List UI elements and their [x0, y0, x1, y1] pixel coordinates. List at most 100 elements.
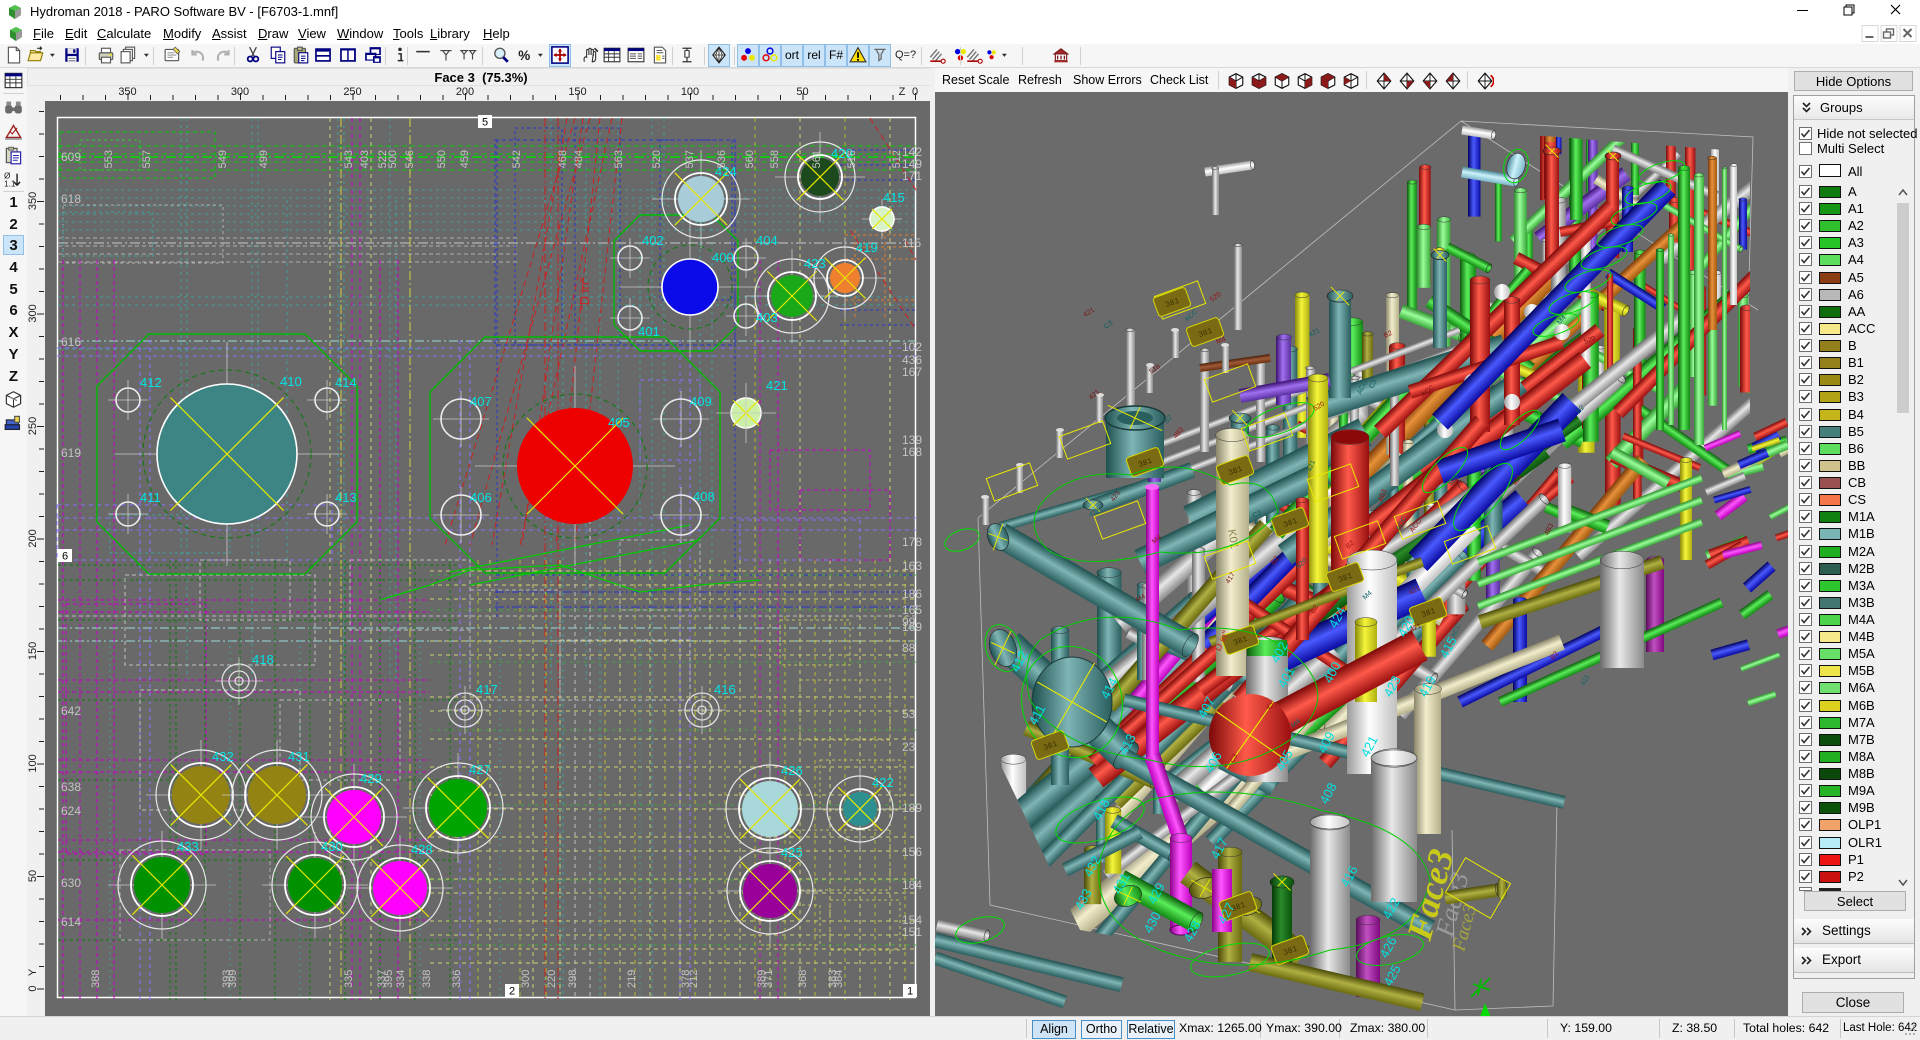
- svg-text:561: 561: [811, 150, 823, 168]
- svg-text:520: 520: [651, 150, 663, 168]
- svg-text:300: 300: [520, 970, 532, 988]
- svg-text:50: 50: [27, 870, 39, 882]
- svg-text:350: 350: [27, 192, 39, 210]
- svg-text:428: 428: [411, 842, 433, 857]
- svg-text:300: 300: [27, 304, 39, 322]
- svg-text:499: 499: [258, 150, 270, 168]
- svg-text:500: 500: [387, 150, 399, 168]
- svg-text:212: 212: [688, 970, 700, 988]
- svg-text:422: 422: [872, 775, 894, 790]
- svg-text:431: 431: [288, 749, 310, 764]
- svg-text:1.1: 1.1: [4, 179, 16, 189]
- svg-text:619: 619: [61, 446, 81, 460]
- svg-text:546: 546: [404, 150, 416, 168]
- svg-text:151: 151: [902, 925, 922, 939]
- svg-text:5: 5: [482, 117, 488, 129]
- svg-text:Y: Y: [27, 968, 39, 976]
- svg-text:423: 423: [804, 256, 826, 271]
- svg-text:419: 419: [856, 240, 878, 255]
- svg-text:0: 0: [912, 86, 918, 98]
- svg-text:484: 484: [573, 150, 585, 168]
- svg-text:"D in": "D in": [577, 277, 592, 310]
- svg-text:468: 468: [557, 150, 569, 168]
- svg-text:638: 638: [61, 780, 81, 794]
- svg-text:189: 189: [902, 801, 922, 815]
- svg-text:403: 403: [756, 310, 778, 325]
- svg-text:563: 563: [613, 150, 625, 168]
- svg-text:537: 537: [684, 150, 696, 168]
- svg-text:560: 560: [744, 150, 756, 168]
- svg-text:Z: Z: [899, 86, 906, 98]
- svg-text:536: 536: [716, 150, 728, 168]
- svg-text:178: 178: [902, 535, 922, 549]
- svg-text:430: 430: [321, 839, 343, 854]
- svg-text:171: 171: [902, 169, 922, 183]
- svg-text:614: 614: [61, 915, 81, 929]
- svg-text:618: 618: [61, 192, 81, 206]
- svg-text:427: 427: [469, 762, 491, 777]
- svg-text:516: 516: [846, 150, 858, 168]
- svg-text:415: 415: [883, 190, 905, 205]
- svg-text:398: 398: [567, 970, 579, 988]
- svg-text:542: 542: [511, 150, 523, 168]
- svg-text:410: 410: [280, 374, 302, 389]
- svg-text:250: 250: [343, 86, 361, 98]
- svg-text:115: 115: [902, 236, 921, 250]
- svg-text:336: 336: [451, 970, 463, 988]
- svg-text:53: 53: [902, 707, 916, 721]
- svg-text:100: 100: [27, 754, 39, 772]
- svg-text:558: 558: [769, 150, 781, 168]
- svg-text:408: 408: [693, 489, 715, 504]
- svg-text:616: 616: [61, 335, 81, 349]
- svg-text:401: 401: [638, 324, 660, 339]
- svg-text:421: 421: [766, 378, 788, 393]
- svg-text:50: 50: [796, 86, 808, 98]
- svg-text:388: 388: [90, 970, 102, 988]
- svg-text:549: 549: [217, 150, 229, 168]
- svg-text:550: 550: [436, 150, 448, 168]
- svg-text:0: 0: [27, 985, 39, 991]
- svg-text:200: 200: [456, 86, 474, 98]
- svg-text:250: 250: [27, 417, 39, 435]
- svg-text:404: 404: [756, 233, 778, 248]
- svg-text:%: %: [518, 48, 530, 63]
- svg-text:1: 1: [907, 986, 913, 998]
- svg-text:403: 403: [359, 150, 371, 168]
- svg-text:88: 88: [902, 641, 916, 655]
- svg-text:335: 335: [343, 970, 355, 988]
- svg-text:412: 412: [140, 375, 162, 390]
- svg-text:184: 184: [902, 878, 922, 892]
- svg-text:102: 102: [902, 340, 922, 354]
- svg-text:99: 99: [902, 615, 916, 629]
- svg-text:543: 543: [343, 150, 355, 168]
- svg-text:432: 432: [212, 749, 234, 764]
- svg-text:557: 557: [141, 150, 153, 168]
- svg-text:350: 350: [118, 86, 136, 98]
- svg-text:407: 407: [470, 394, 492, 409]
- svg-text:150: 150: [27, 642, 39, 660]
- svg-text:23: 23: [902, 740, 916, 754]
- svg-text:168: 168: [902, 445, 922, 459]
- svg-text:220: 220: [546, 970, 558, 988]
- svg-text:459: 459: [459, 150, 471, 168]
- svg-text:409: 409: [690, 394, 712, 409]
- svg-text:429: 429: [360, 771, 382, 786]
- svg-text:371: 371: [763, 970, 775, 988]
- svg-text:368: 368: [797, 970, 809, 988]
- svg-text:553: 553: [103, 150, 115, 168]
- svg-text:624: 624: [61, 804, 81, 818]
- svg-text:425: 425: [781, 845, 803, 860]
- svg-text:609: 609: [61, 150, 81, 164]
- svg-text:433: 433: [177, 839, 199, 854]
- svg-text:399: 399: [227, 970, 239, 988]
- svg-text:413: 413: [335, 490, 357, 505]
- svg-text:406: 406: [470, 490, 492, 505]
- svg-text:384: 384: [833, 970, 845, 988]
- svg-text:156: 156: [902, 845, 922, 859]
- svg-text:167: 167: [902, 365, 922, 379]
- svg-text:395: 395: [383, 970, 395, 988]
- svg-text:186: 186: [902, 587, 922, 601]
- svg-text:200: 200: [27, 529, 39, 547]
- svg-text:6: 6: [62, 551, 68, 563]
- svg-text:414: 414: [335, 375, 357, 390]
